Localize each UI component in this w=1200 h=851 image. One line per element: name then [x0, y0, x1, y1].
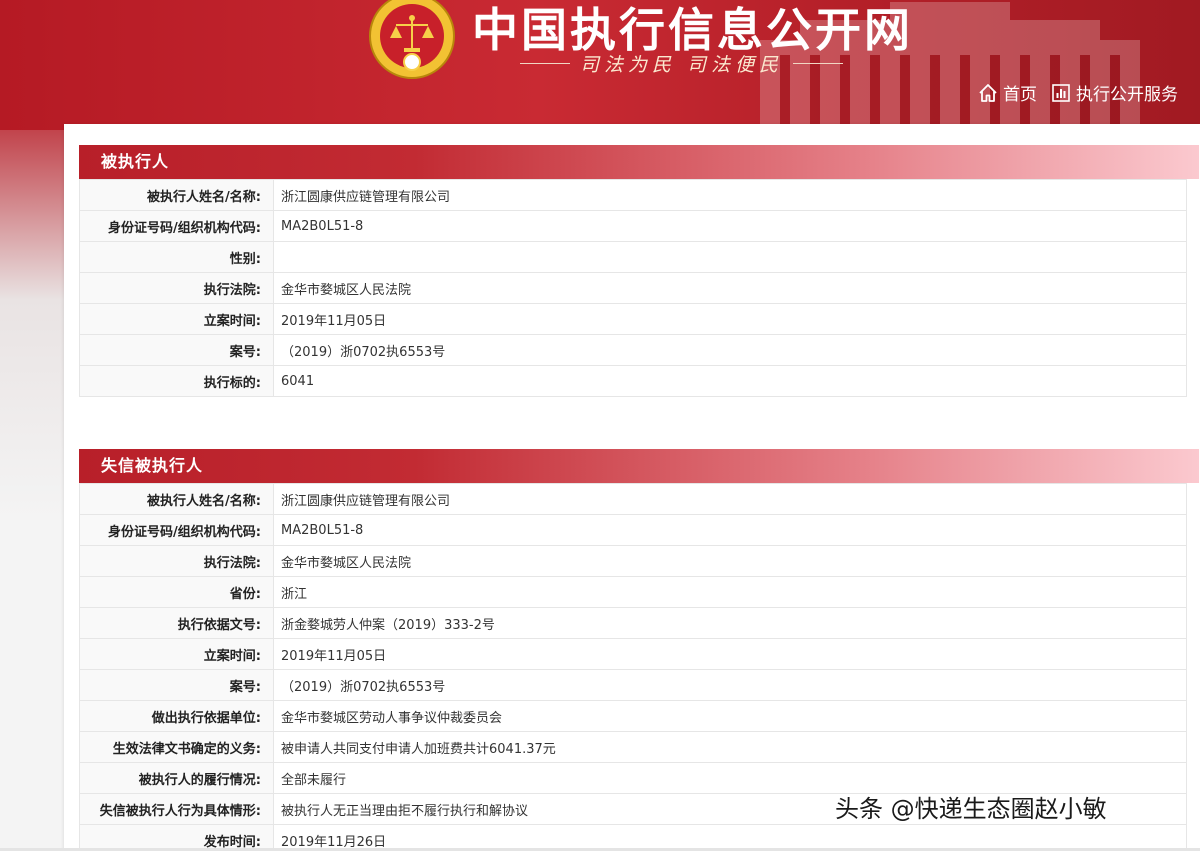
table-row: 性别: — [79, 241, 1187, 273]
nav-execution-service-link[interactable]: 执行公开服务 — [1051, 80, 1178, 105]
table-row: 身份证号码/组织机构代码: MA2B0L51-8 — [79, 514, 1187, 546]
slogan-divider — [520, 63, 570, 64]
row-label: 立案时间: — [79, 303, 274, 335]
home-icon — [979, 83, 997, 102]
nav-home-link[interactable]: 首页 — [978, 80, 1037, 105]
row-label: 被执行人姓名/名称: — [79, 483, 274, 515]
table-row: 执行法院: 金华市婺城区人民法院 — [79, 272, 1187, 304]
table-row: 案号: （2019）浙0702执6553号 — [79, 669, 1187, 701]
table-row: 执行标的: 6041 — [79, 365, 1187, 397]
row-label: 执行法院: — [79, 545, 274, 577]
row-value: 浙江圆康供应链管理有限公司 — [273, 179, 1187, 211]
section-title: 失信被执行人 — [79, 449, 1199, 483]
row-label: 案号: — [79, 334, 274, 366]
row-value: 金华市婺城区劳动人事争议仲裁委员会 — [273, 700, 1187, 732]
content-panel: 被执行人 被执行人姓名/名称: 浙江圆康供应链管理有限公司 身份证号码/组织机构… — [64, 124, 1200, 851]
table-row: 被执行人姓名/名称: 浙江圆康供应链管理有限公司 — [79, 179, 1187, 211]
row-value: 2019年11月05日 — [273, 303, 1187, 335]
table-row: 生效法律文书确定的义务: 被申请人共同支付申请人加班费共计6041.37元 — [79, 731, 1187, 763]
table-row: 省份: 浙江 — [79, 576, 1187, 608]
slogan-divider — [793, 63, 844, 64]
top-nav: 首页 执行公开服务 — [978, 80, 1178, 105]
court-emblem-icon — [369, 0, 455, 79]
row-value: 浙江圆康供应链管理有限公司 — [273, 483, 1187, 515]
row-label: 执行依据文号: — [79, 607, 274, 639]
section-title: 被执行人 — [79, 145, 1199, 179]
row-label: 失信被执行人行为具体情形: — [79, 793, 274, 825]
row-label: 做出执行依据单位: — [79, 700, 274, 732]
row-label: 执行法院: — [79, 272, 274, 304]
row-label: 立案时间: — [79, 638, 274, 670]
page: 中国执行信息公开网 司法为民 司法便民 首页 执行公开服务 被执行人 被执行人姓… — [0, 0, 1200, 851]
executee-info-table: 被执行人姓名/名称: 浙江圆康供应链管理有限公司 身份证号码/组织机构代码: M… — [79, 179, 1187, 397]
row-label: 生效法律文书确定的义务: — [79, 731, 274, 763]
table-row: 身份证号码/组织机构代码: MA2B0L51-8 — [79, 210, 1187, 242]
row-label: 省份: — [79, 576, 274, 608]
row-label: 身份证号码/组织机构代码: — [79, 210, 274, 242]
row-value: MA2B0L51-8 — [273, 210, 1187, 242]
row-label: 执行标的: — [79, 365, 274, 397]
table-row: 执行法院: 金华市婺城区人民法院 — [79, 545, 1187, 577]
chart-icon — [1052, 83, 1070, 102]
table-row: 被执行人姓名/名称: 浙江圆康供应链管理有限公司 — [79, 483, 1187, 515]
table-row: 立案时间: 2019年11月05日 — [79, 638, 1187, 670]
site-slogan: 司法为民 司法便民 — [520, 50, 844, 77]
nav-execution-service-label: 执行公开服务 — [1076, 85, 1178, 105]
row-label: 身份证号码/组织机构代码: — [79, 514, 274, 546]
row-value: 2019年11月05日 — [273, 638, 1187, 670]
table-row: 案号: （2019）浙0702执6553号 — [79, 334, 1187, 366]
row-value: 金华市婺城区人民法院 — [273, 545, 1187, 577]
row-label: 案号: — [79, 669, 274, 701]
row-value: （2019）浙0702执6553号 — [273, 334, 1187, 366]
table-row: 立案时间: 2019年11月05日 — [79, 303, 1187, 335]
nav-home-label: 首页 — [1003, 85, 1037, 105]
row-label: 性别: — [79, 241, 274, 273]
slogan-text: 司法为民 司法便民 — [580, 54, 784, 76]
row-value: 金华市婺城区人民法院 — [273, 272, 1187, 304]
watermark: 头条 @快递生态圈赵小敏 — [835, 795, 1107, 823]
row-value: 被申请人共同支付申请人加班费共计6041.37元 — [273, 731, 1187, 763]
row-label: 被执行人姓名/名称: — [79, 179, 274, 211]
row-value — [273, 241, 1187, 273]
section-executee: 被执行人 被执行人姓名/名称: 浙江圆康供应链管理有限公司 身份证号码/组织机构… — [79, 145, 1199, 397]
row-value: （2019）浙0702执6553号 — [273, 669, 1187, 701]
row-value: 浙江 — [273, 576, 1187, 608]
table-row: 做出执行依据单位: 金华市婺城区劳动人事争议仲裁委员会 — [79, 700, 1187, 732]
row-value: 浙金婺城劳人仲案（2019）333-2号 — [273, 607, 1187, 639]
table-row: 执行依据文号: 浙金婺城劳人仲案（2019）333-2号 — [79, 607, 1187, 639]
row-label: 被执行人的履行情况: — [79, 762, 274, 794]
row-value: MA2B0L51-8 — [273, 514, 1187, 546]
row-value: 6041 — [273, 365, 1187, 397]
site-header: 中国执行信息公开网 司法为民 司法便民 首页 执行公开服务 — [0, 0, 1200, 130]
